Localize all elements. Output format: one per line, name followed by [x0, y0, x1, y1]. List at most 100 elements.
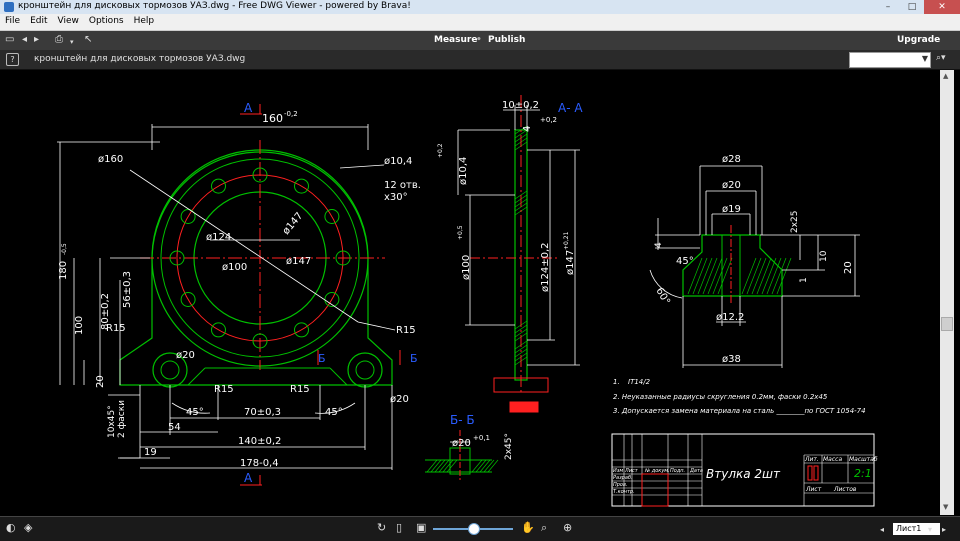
- vertical-scrollbar[interactable]: ▲ ▼: [940, 70, 954, 515]
- zoom-icon[interactable]: ⊕: [563, 522, 572, 534]
- tb-prov: Пров.: [613, 482, 628, 488]
- dim-dia104: ø10,4: [384, 156, 412, 167]
- scroll-down-icon[interactable]: ▼: [943, 503, 948, 511]
- tb-sign: Подп.: [670, 468, 685, 474]
- tb-red-lit1: [807, 465, 813, 481]
- forward-icon[interactable]: ▸: [34, 34, 39, 46]
- note1-number: 1.: [613, 378, 620, 386]
- menu-help[interactable]: Help: [129, 14, 160, 30]
- dim-dia147: ø147: [286, 256, 311, 267]
- dim-aa-104-tol: +0,2: [437, 143, 444, 158]
- note2-text: 2. Неуказанные радиусы скругления 0.2мм,…: [613, 393, 828, 401]
- dim-54: 54: [168, 422, 181, 433]
- select-cursor-icon[interactable]: ↖: [84, 34, 92, 46]
- page-icon[interactable]: ▯: [396, 522, 402, 534]
- window-title: кронштейн для дисковых тормозов УАЗ.dwg …: [18, 1, 411, 11]
- hatch-line: [487, 459, 499, 473]
- dim-180: 180: [58, 261, 69, 280]
- menu-view[interactable]: View: [53, 14, 84, 30]
- zoom-slider-handle[interactable]: [468, 523, 480, 535]
- label-section-bb: Б- Б: [450, 413, 475, 427]
- maximize-button[interactable]: □: [900, 0, 924, 14]
- zoom-window-icon[interactable]: ⌕: [541, 522, 547, 534]
- tb-tkontr: Т.контр.: [613, 489, 635, 495]
- bushing-view: ø28 ø20 ø19 ø12.2 ø38 4 2x25 1 10 20 45°…: [649, 154, 860, 368]
- hatch-line: [442, 459, 454, 473]
- sheet-dropdown-icon[interactable]: ▾: [928, 524, 932, 536]
- section-aa-view: А- А 10±0,2 4 +0,2 ø10,4 +0,2 ø100 +0,5 …: [437, 95, 583, 413]
- label-section-a-top: А: [244, 101, 253, 115]
- dim-20: 20: [95, 375, 106, 388]
- dim-dia100: ø100: [222, 262, 247, 273]
- dim-dia147-diag: ø147: [281, 211, 306, 237]
- dim-56: 56±0,3: [122, 271, 133, 308]
- dim-dia160: ø160: [98, 154, 123, 165]
- tb-red-placeholder: [642, 474, 668, 506]
- bushing-outline: [682, 234, 783, 297]
- scroll-thumb[interactable]: [941, 317, 953, 331]
- rotate-icon[interactable]: ↻: [377, 522, 386, 534]
- dim-s60: 60°: [653, 286, 671, 307]
- minimize-button[interactable]: –: [876, 0, 900, 14]
- note3-text: 3. Допускается замена материала на сталь…: [613, 407, 866, 415]
- menu-file[interactable]: File: [0, 14, 25, 30]
- half-circle-icon[interactable]: ◐: [6, 522, 16, 534]
- sheet-prev-icon[interactable]: ◂: [880, 524, 884, 536]
- window-titlebar: кронштейн для дисковых тормозов УАЗ.dwg …: [0, 0, 960, 15]
- close-button[interactable]: ✕: [924, 0, 960, 14]
- chevron-down-icon[interactable]: ▼: [922, 54, 928, 63]
- hatch-line: [471, 459, 483, 473]
- tb-razrab: Разраб.: [613, 475, 633, 481]
- notes: 1. IT14/2 2. Неуказанные радиусы скругле…: [613, 378, 866, 415]
- search-icon[interactable]: ⌕▾: [936, 53, 946, 63]
- publish-button[interactable]: Publish: [488, 35, 525, 45]
- dim-bb-tol: +0,1: [473, 434, 490, 442]
- dim-s225: 2x25: [790, 210, 800, 233]
- dim-aa-104: ø10,4: [458, 157, 469, 185]
- flange-outline: [119, 151, 393, 386]
- dim-100: 100: [74, 316, 85, 335]
- tb-list: Лист: [624, 468, 639, 474]
- hatch-line: [479, 459, 491, 473]
- dim-160: 160: [262, 112, 283, 125]
- dim-r15-bottom-right: R15: [290, 384, 310, 395]
- layers-icon[interactable]: ◈: [24, 522, 32, 534]
- upgrade-button[interactable]: Upgrade: [897, 35, 940, 45]
- back-icon[interactable]: ◂: [22, 34, 27, 46]
- scroll-up-icon[interactable]: ▲: [943, 72, 948, 80]
- search-input[interactable]: ▼: [849, 52, 931, 68]
- tb-lit: Лит.: [804, 456, 819, 463]
- dim-aa-147: ø147: [565, 250, 576, 275]
- hatch-line: [430, 459, 442, 473]
- dim-bb-chamfer: 2x45°: [504, 433, 514, 460]
- flange-view: А А Б Б 160 -0,2 ø160 ø10,4 12 отв. x30°…: [57, 101, 421, 486]
- fit-page-icon[interactable]: ▣: [416, 522, 426, 534]
- tb-mass: Масса: [823, 456, 842, 463]
- dim-s4: 4: [654, 242, 664, 248]
- pan-hand-icon[interactable]: ✋: [521, 522, 535, 534]
- dim-r15-left: R15: [106, 323, 126, 334]
- label-section-a-bottom: А: [244, 471, 253, 485]
- hatch-line: [434, 459, 446, 473]
- lug-right: [347, 352, 383, 388]
- print-dropdown-icon[interactable]: ▾: [70, 36, 74, 48]
- drawing-canvas[interactable]: А А Б Б 160 -0,2 ø160 ø10,4 12 отв. x30°…: [0, 70, 940, 515]
- lug-link-left: [187, 367, 206, 386]
- dim-dia124: ø124: [206, 232, 231, 243]
- label-section-b-right: Б: [410, 352, 418, 365]
- dim-holes-angle: x30°: [384, 192, 408, 203]
- dim-angle45-right: 45°: [325, 407, 343, 418]
- folder-icon[interactable]: ▭: [5, 34, 14, 46]
- menu-edit[interactable]: Edit: [25, 14, 52, 30]
- sheet-next-icon[interactable]: ▸: [942, 524, 946, 536]
- print-icon[interactable]: ⎙: [55, 34, 63, 46]
- help-button[interactable]: ?: [6, 53, 19, 66]
- measure-button[interactable]: Measure: [434, 35, 477, 45]
- dim-aa-100-tol: +0,5: [457, 225, 464, 240]
- dim-d20: ø20: [722, 180, 741, 191]
- sheet-select[interactable]: Лист1: [893, 523, 940, 535]
- menu-options[interactable]: Options: [84, 14, 129, 30]
- file-name-label: кронштейн для дисковых тормозов УАЗ.dwg: [34, 54, 246, 64]
- hatch-line: [475, 459, 487, 473]
- dim-180-tolerance: -0,5: [61, 243, 68, 255]
